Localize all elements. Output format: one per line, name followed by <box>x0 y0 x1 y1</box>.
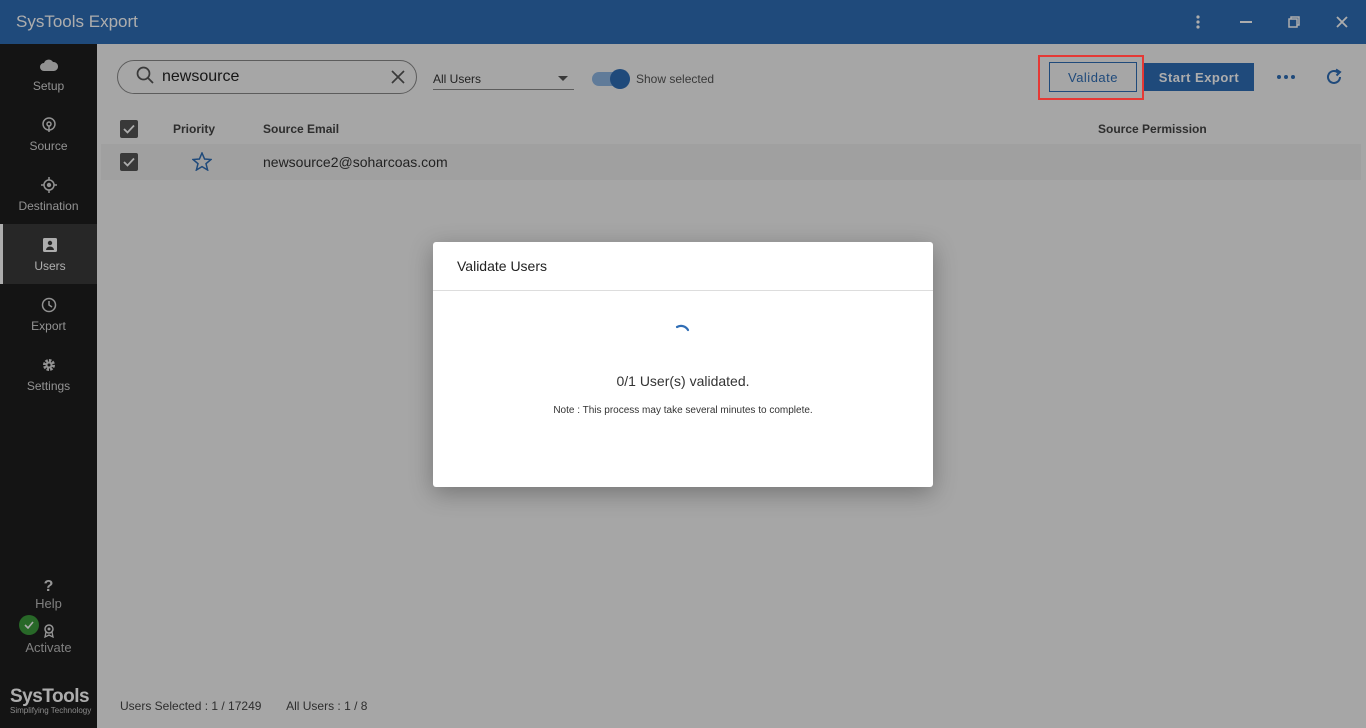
validation-status: 0/1 User(s) validated. <box>616 373 750 389</box>
dialog-title: Validate Users <box>433 242 933 291</box>
loading-spinner-icon <box>673 322 693 342</box>
validate-highlight-box <box>1038 55 1144 100</box>
validation-note: Note : This process may take several min… <box>553 405 813 416</box>
validate-users-dialog: Validate Users 0/1 User(s) validated. No… <box>433 242 933 487</box>
